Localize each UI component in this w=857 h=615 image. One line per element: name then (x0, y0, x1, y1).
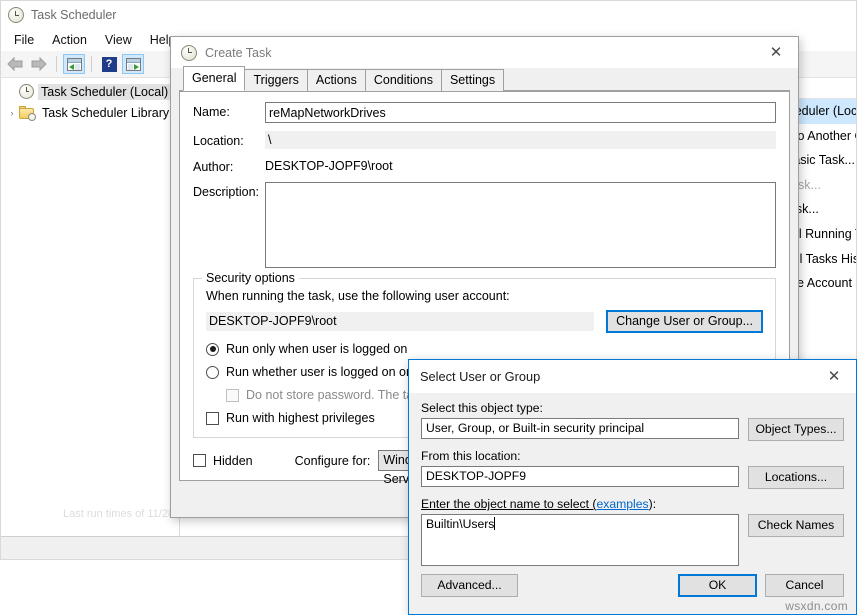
tab-general[interactable]: General (183, 66, 245, 91)
account-value: DESKTOP-JOPF9\root (206, 312, 594, 331)
tab-settings[interactable]: Settings (441, 69, 504, 91)
app-title: Task Scheduler (31, 8, 116, 22)
radio-icon-selected[interactable] (206, 343, 219, 356)
tree-item-task-scheduler-library[interactable]: › Task Scheduler Library (1, 102, 179, 123)
author-label: Author: (193, 157, 265, 174)
location-value: \ (265, 131, 776, 149)
radio-label-whether: Run whether user is logged on or not (226, 365, 431, 379)
back-arrow-icon[interactable] (4, 54, 26, 74)
toolbar-separator (56, 56, 57, 72)
checkbox-icon-disabled[interactable] (226, 389, 239, 402)
watermark: wsxdn.com (785, 599, 848, 613)
folder-clock-icon (19, 106, 35, 120)
tree-item-label: Task Scheduler (Local) (38, 84, 171, 100)
tab-actions[interactable]: Actions (307, 69, 366, 91)
select-user-or-group-dialog: Select User or Group ✕ Select this objec… (408, 359, 857, 615)
description-label: Description: (193, 182, 265, 199)
object-type-row: User, Group, or Built-in security princi… (421, 418, 844, 441)
tree-item-label-2: Task Scheduler Library (39, 105, 172, 121)
menu-item-action[interactable]: Action (43, 31, 96, 49)
radio-label-logged-on: Run only when user is logged on (226, 342, 407, 356)
console-tree-pane: Task Scheduler (Local) › Task Scheduler … (1, 78, 180, 537)
object-type-value: User, Group, or Built-in security princi… (421, 418, 739, 439)
action-pane-icon[interactable] (122, 54, 144, 74)
tab-triggers[interactable]: Triggers (244, 69, 307, 91)
name-input[interactable]: reMapNetworkDrives (265, 102, 776, 123)
security-options-legend: Security options (202, 271, 299, 285)
security-prompt: When running the task, use the following… (206, 289, 763, 303)
create-task-title: Create Task (205, 46, 271, 60)
tree-expander-2[interactable]: › (5, 108, 19, 118)
name-label: Name: (193, 102, 265, 119)
hidden-label: Hidden (213, 454, 253, 468)
location-field-row: Location: \ (193, 131, 776, 149)
object-name-value: Builtin\Users (426, 517, 494, 531)
checkbox-icon-highest[interactable] (206, 412, 219, 425)
select-user-ok-button[interactable]: OK (678, 574, 757, 597)
locations-button[interactable]: Locations... (748, 466, 844, 489)
toolbar-separator-2 (91, 56, 92, 72)
console-tree-icon[interactable] (63, 54, 85, 74)
tree-item-task-scheduler-local[interactable]: Task Scheduler (Local) (1, 81, 179, 102)
select-user-title: Select User or Group (420, 369, 540, 384)
radio-icon-unselected[interactable] (206, 366, 219, 379)
close-icon[interactable]: ✕ (812, 362, 856, 392)
name-field-row: Name: reMapNetworkDrives (193, 102, 776, 123)
description-field-row: Description: (193, 182, 776, 268)
close-icon[interactable]: ✕ (754, 38, 798, 68)
forward-arrow-icon[interactable] (28, 54, 50, 74)
account-row: DESKTOP-JOPF9\root Change User or Group.… (206, 310, 763, 333)
check-names-button[interactable]: Check Names (748, 514, 844, 537)
examples-link[interactable]: examples (596, 497, 648, 511)
create-task-titlebar: Create Task ✕ (171, 37, 798, 68)
change-user-or-group-button[interactable]: Change User or Group... (606, 310, 763, 333)
object-name-label: Enter the object name to select (example… (421, 497, 844, 511)
object-name-input[interactable]: Builtin\Users (421, 514, 739, 566)
location-label: Location: (193, 131, 265, 148)
menu-item-view[interactable]: View (96, 31, 141, 49)
text-caret (494, 517, 495, 530)
object-type-label: Select this object type: (421, 401, 844, 415)
select-user-footer: Advanced... OK Cancel (409, 574, 856, 597)
author-value: DESKTOP-JOPF9\root (265, 157, 776, 173)
create-task-tabstrip: General Triggers Actions Conditions Sett… (171, 68, 798, 91)
select-user-titlebar: Select User or Group ✕ (409, 360, 856, 393)
select-user-cancel-button[interactable]: Cancel (765, 574, 844, 597)
from-location-label: From this location: (421, 449, 844, 463)
object-types-button[interactable]: Object Types... (748, 418, 844, 441)
select-user-body: Select this object type: User, Group, or… (409, 393, 856, 566)
menu-item-file[interactable]: File (5, 31, 43, 49)
clock-icon (19, 84, 34, 99)
clock-icon (8, 7, 24, 23)
radio-run-only-when-logged-on[interactable]: Run only when user is logged on (206, 342, 763, 356)
clock-icon (181, 45, 197, 61)
from-location-value: DESKTOP-JOPF9 (421, 466, 739, 487)
object-name-label-suffix: ): (649, 497, 656, 511)
tab-conditions[interactable]: Conditions (365, 69, 442, 91)
configure-for-label: Configure for: (295, 454, 371, 468)
description-input[interactable] (265, 182, 776, 268)
checkbox-icon-hidden[interactable] (193, 454, 206, 467)
from-location-row: DESKTOP-JOPF9 Locations... (421, 466, 844, 489)
advanced-button[interactable]: Advanced... (421, 574, 518, 597)
author-field-row: Author: DESKTOP-JOPF9\root (193, 157, 776, 174)
checkbox-label-highest: Run with highest privileges (226, 411, 375, 425)
object-name-row: Builtin\Users Check Names (421, 514, 844, 566)
object-name-label-prefix: Enter the object name to select ( (421, 497, 596, 511)
main-titlebar: Task Scheduler (1, 1, 856, 29)
help-icon[interactable]: ? (98, 54, 120, 74)
